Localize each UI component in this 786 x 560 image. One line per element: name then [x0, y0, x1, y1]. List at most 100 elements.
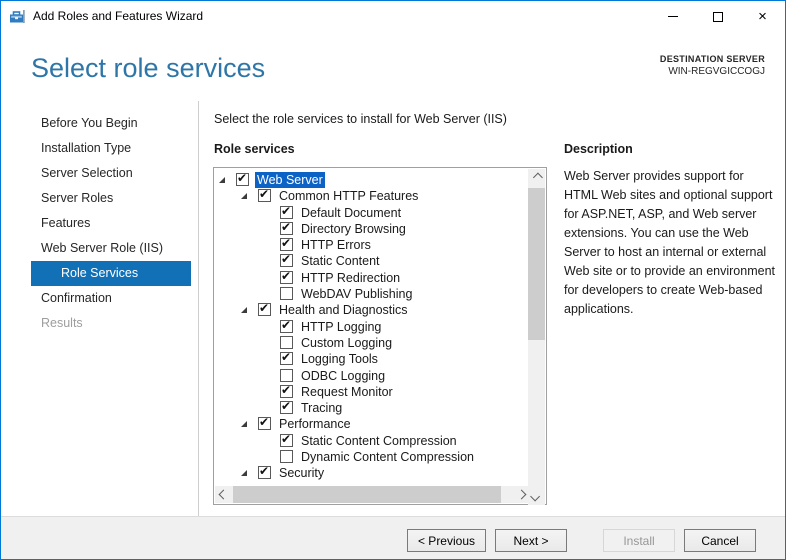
tree-row-webdav-publishing[interactable]: WebDAV Publishing: [215, 286, 528, 302]
tree-checkbox[interactable]: ✔: [280, 271, 293, 284]
tree-checkbox[interactable]: ✔: [280, 238, 293, 251]
tree-checkbox[interactable]: ✔: [258, 189, 271, 202]
tree-row-performance[interactable]: ✔ Performance: [215, 416, 528, 432]
tree-checkbox[interactable]: ✔: [280, 320, 293, 333]
tree-checkbox[interactable]: ✔: [258, 417, 271, 430]
sidebar-item-role-services[interactable]: Role Services: [31, 261, 191, 286]
next-button[interactable]: Next >: [495, 529, 567, 552]
tree-checkbox[interactable]: ✔: [280, 222, 293, 235]
checkmark-icon: ✔: [281, 318, 291, 332]
tree-item-label[interactable]: Performance: [277, 416, 353, 432]
tree-row-http-logging[interactable]: ✔ HTTP Logging: [215, 319, 528, 335]
wizard-window: Add Roles and Features Wizard × Select r…: [0, 0, 786, 560]
tree-row-common-http-features[interactable]: ✔ Common HTTP Features: [215, 188, 528, 204]
sidebar-item-results[interactable]: Results: [1, 311, 198, 336]
tree-item-label[interactable]: Request Monitor: [299, 384, 395, 400]
scroll-up-button[interactable]: [528, 169, 545, 186]
sidebar-item-confirmation[interactable]: Confirmation: [1, 286, 198, 311]
vertical-scroll-thumb[interactable]: [528, 188, 545, 340]
tree-row-web-server[interactable]: ✔ Web Server: [215, 172, 528, 188]
tree-checkbox[interactable]: [280, 336, 293, 349]
tree-row-tracing[interactable]: ✔ Tracing: [215, 400, 528, 416]
maximize-button[interactable]: [695, 1, 740, 32]
tree-checkbox[interactable]: ✔: [280, 206, 293, 219]
window-title: Add Roles and Features Wizard: [33, 9, 203, 23]
tree-checkbox[interactable]: ✔: [280, 401, 293, 414]
tree-checkbox[interactable]: ✔: [258, 466, 271, 479]
tree-checkbox[interactable]: ✔: [280, 352, 293, 365]
tree-item-label[interactable]: Default Document: [299, 205, 403, 221]
vertical-scrollbar[interactable]: [528, 169, 545, 505]
role-services-tree: ✔ Web Server ✔ Common HTTP Features ✔ De…: [213, 167, 547, 505]
scroll-left-button[interactable]: [215, 486, 232, 503]
checkmark-icon: ✔: [281, 220, 291, 234]
close-button[interactable]: ×: [740, 1, 785, 32]
tree-row-request-monitor[interactable]: ✔ Request Monitor: [215, 384, 528, 400]
minimize-button[interactable]: [650, 1, 695, 32]
tree-checkbox[interactable]: ✔: [280, 254, 293, 267]
cancel-button[interactable]: Cancel: [684, 529, 756, 552]
tree-checkbox[interactable]: ✔: [280, 434, 293, 447]
tree-row-security[interactable]: ✔ Security: [215, 465, 528, 481]
tree-row-static-content[interactable]: ✔ Static Content: [215, 253, 528, 269]
tree-row-logging-tools[interactable]: ✔ Logging Tools: [215, 351, 528, 367]
sidebar-item-label: Installation Type: [41, 141, 131, 155]
tree-item-label[interactable]: Static Content Compression: [299, 433, 459, 449]
tree-checkbox[interactable]: [280, 287, 293, 300]
tree-item-label[interactable]: Common HTTP Features: [277, 188, 420, 204]
tree-expander-icon[interactable]: [219, 177, 225, 183]
tree-item-label[interactable]: Health and Diagnostics: [277, 302, 410, 318]
sidebar-divider: [198, 101, 199, 518]
tree-checkbox[interactable]: [280, 450, 293, 463]
previous-button[interactable]: < Previous: [407, 529, 486, 552]
sidebar-item-label: Server Roles: [41, 191, 113, 205]
tree-row-static-content-compression[interactable]: ✔ Static Content Compression: [215, 433, 528, 449]
tree-row-odbc-logging[interactable]: ODBC Logging: [215, 368, 528, 384]
install-button[interactable]: Install: [603, 529, 675, 552]
tree-expander-icon[interactable]: [241, 421, 247, 427]
tree-item-label[interactable]: HTTP Errors: [299, 237, 373, 253]
sidebar-item-features[interactable]: Features: [1, 211, 198, 236]
tree-row-http-redirection[interactable]: ✔ HTTP Redirection: [215, 270, 528, 286]
tree-checkbox[interactable]: ✔: [258, 303, 271, 316]
tree-row-directory-browsing[interactable]: ✔ Directory Browsing: [215, 221, 528, 237]
tree-item-label[interactable]: HTTP Redirection: [299, 270, 402, 286]
tree-expander-icon[interactable]: [241, 193, 247, 199]
checkmark-icon: ✔: [281, 252, 291, 266]
scroll-down-button[interactable]: [528, 488, 545, 505]
tree-item-label[interactable]: Directory Browsing: [299, 221, 408, 237]
sidebar-item-before-you-begin[interactable]: Before You Begin: [1, 111, 198, 136]
tree-row-custom-logging[interactable]: Custom Logging: [215, 335, 528, 351]
sidebar-item-server-roles[interactable]: Server Roles: [1, 186, 198, 211]
description-body: Web Server provides support for HTML Web…: [564, 167, 779, 319]
tree-item-label[interactable]: Static Content: [299, 253, 382, 269]
sidebar-item-server-selection[interactable]: Server Selection: [1, 161, 198, 186]
tree-item-label[interactable]: ODBC Logging: [299, 368, 387, 384]
checkmark-icon: ✔: [237, 171, 247, 185]
horizontal-scroll-thumb[interactable]: [233, 486, 501, 503]
tree-row-default-document[interactable]: ✔ Default Document: [215, 205, 528, 221]
tree-checkbox[interactable]: ✔: [236, 173, 249, 186]
tree-item-label[interactable]: Security: [277, 465, 326, 481]
tree-expander-icon[interactable]: [241, 307, 247, 313]
tree-checkbox[interactable]: [280, 369, 293, 382]
tree-row-http-errors[interactable]: ✔ HTTP Errors: [215, 237, 528, 253]
chevron-down-icon: [530, 492, 540, 502]
tree-item-label[interactable]: Web Server: [255, 172, 325, 188]
scroll-right-button[interactable]: [513, 486, 530, 503]
tree-item-label[interactable]: Tracing: [299, 400, 344, 416]
tree-item-label[interactable]: WebDAV Publishing: [299, 286, 414, 302]
tree-item-label[interactable]: Logging Tools: [299, 351, 380, 367]
checkmark-icon: ✔: [281, 350, 291, 364]
horizontal-scrollbar[interactable]: [215, 486, 530, 503]
sidebar-item-installation-type[interactable]: Installation Type: [1, 136, 198, 161]
tree-item-label[interactable]: HTTP Logging: [299, 319, 383, 335]
tree-row-health-and-diagnostics[interactable]: ✔ Health and Diagnostics: [215, 302, 528, 318]
tree-item-label[interactable]: Custom Logging: [299, 335, 394, 351]
sidebar-item-web-server-role-iis[interactable]: Web Server Role (IIS): [1, 236, 198, 261]
tree-checkbox[interactable]: ✔: [280, 385, 293, 398]
tree-expander-icon[interactable]: [241, 470, 247, 476]
tree-row-dynamic-content-compression[interactable]: Dynamic Content Compression: [215, 449, 528, 465]
tree-item-label[interactable]: Dynamic Content Compression: [299, 449, 476, 465]
sidebar-nav: Before You Begin Installation Type Server …: [1, 111, 198, 336]
